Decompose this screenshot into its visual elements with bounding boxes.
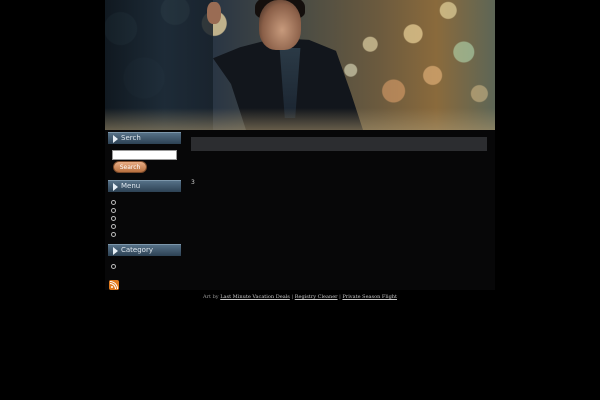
arrow-right-icon xyxy=(113,135,118,143)
footer-separator: | xyxy=(291,294,294,300)
footer: Art by Last Minute Vacation Deals | Regi… xyxy=(0,294,600,300)
rss-icon[interactable] xyxy=(109,280,119,290)
header-photo xyxy=(105,0,495,130)
footer-prefix: Art by xyxy=(202,294,219,300)
menu-item-bullet[interactable] xyxy=(111,216,116,221)
header-man-face xyxy=(259,0,301,50)
menu-item-bullet[interactable] xyxy=(111,208,116,213)
category-heading-label: Category xyxy=(121,246,153,254)
menu-heading-label: Menu xyxy=(121,182,141,190)
footer-link-vacation-deals[interactable]: Last Minute Vacation Deals xyxy=(220,294,290,300)
menu-item-bullet[interactable] xyxy=(111,224,116,229)
footer-link-private-flight[interactable]: Private Season Flight xyxy=(342,294,397,300)
arrow-right-icon xyxy=(113,247,118,255)
rss-icon-dot xyxy=(111,286,113,288)
content-page-number: 3 xyxy=(191,179,195,186)
content-title-bar xyxy=(191,137,487,151)
search-button[interactable]: Search xyxy=(113,161,147,173)
header-man-hand xyxy=(207,2,221,24)
footer-link-registry-cleaner[interactable]: Registry Cleaner xyxy=(295,294,338,300)
search-heading-label: Serch xyxy=(121,134,141,142)
search-input[interactable] xyxy=(112,150,177,160)
footer-separator: | xyxy=(339,294,341,300)
category-item-bullet[interactable] xyxy=(111,264,116,269)
menu-item-bullet[interactable] xyxy=(111,232,116,237)
header-bokeh-ground xyxy=(105,108,495,130)
menu-widget-heading: Menu xyxy=(108,180,181,192)
category-widget-heading: Category xyxy=(108,244,181,256)
search-widget-heading: Serch xyxy=(108,132,181,144)
page-wrapper: Serch Search Menu Category 3 xyxy=(105,0,495,290)
arrow-right-icon xyxy=(113,183,118,191)
menu-item-bullet[interactable] xyxy=(111,200,116,205)
